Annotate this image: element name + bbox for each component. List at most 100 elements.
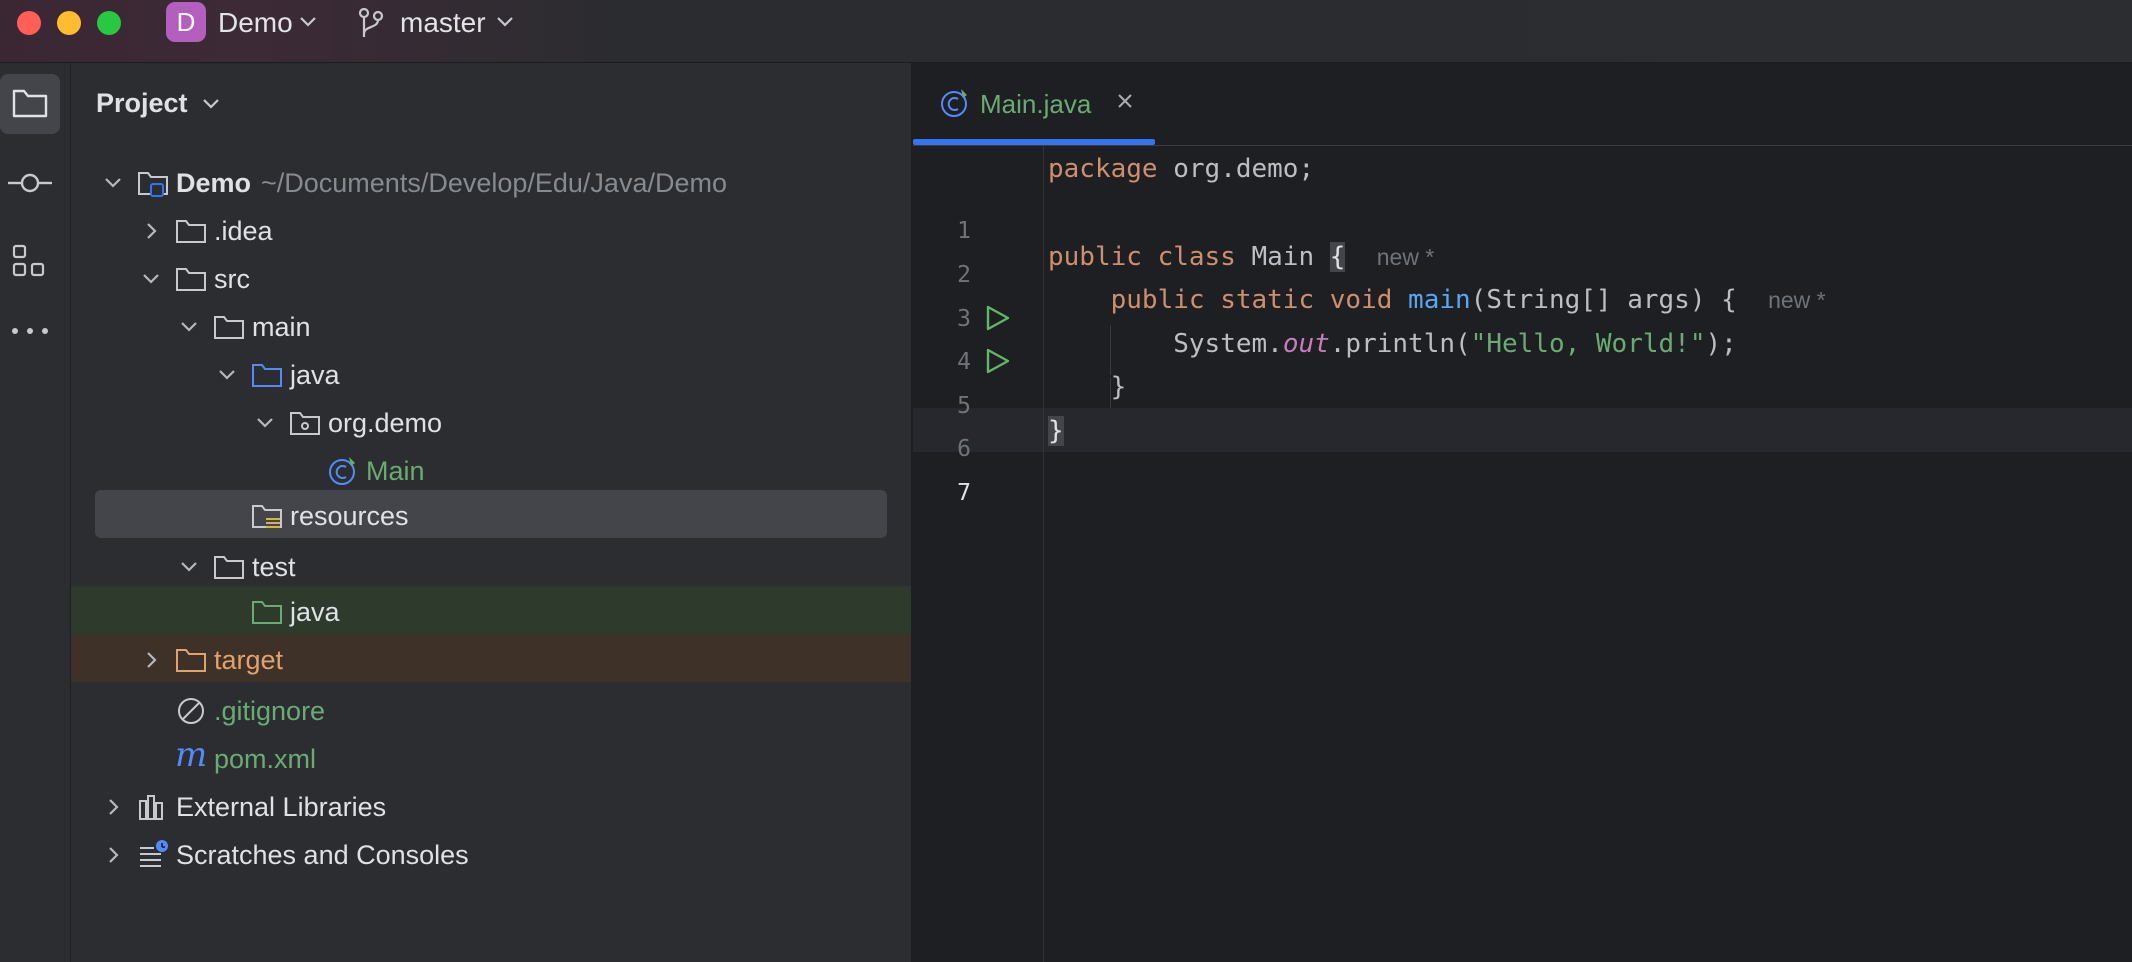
current-line-highlight <box>913 408 2132 452</box>
tree-item-label: target <box>214 645 284 675</box>
java-class-icon <box>329 457 355 485</box>
tree-item-label: Demo <box>176 168 252 198</box>
line-number: 1 <box>957 218 971 244</box>
branch-icon <box>358 7 384 37</box>
excluded-folder-icon <box>176 649 206 672</box>
branch-name: master <box>400 7 486 38</box>
structure-tool-button[interactable] <box>0 230 60 290</box>
tab-label: Main.java <box>980 89 1092 119</box>
project-view-selector[interactable]: Project <box>96 88 219 119</box>
folder-icon <box>176 268 206 291</box>
zoom-window-button[interactable] <box>97 11 121 35</box>
tree-item-label: test <box>252 552 296 582</box>
run-icon[interactable] <box>982 346 1012 376</box>
chevron-down-icon <box>203 99 219 109</box>
chevron-down-icon[interactable] <box>179 557 199 577</box>
tree-item-label: java <box>290 360 340 390</box>
code-line-4[interactable]: public static void main(String[] args) {… <box>1048 282 1826 318</box>
tool-window-stripe <box>0 63 71 962</box>
editor-tab-main-java[interactable]: Main.java <box>913 63 1155 145</box>
folder-icon <box>176 220 206 243</box>
chevron-down-icon[interactable] <box>255 413 275 433</box>
chevron-right-icon[interactable] <box>141 650 161 670</box>
more-icon <box>12 328 48 334</box>
tree-item-test[interactable]: test <box>71 543 911 591</box>
chevron-right-icon[interactable] <box>103 845 123 865</box>
tree-item-pom[interactable]: m pom.xml <box>71 735 911 783</box>
close-window-button[interactable] <box>17 11 41 35</box>
test-source-folder-icon <box>252 601 282 624</box>
tree-item-org-demo[interactable]: org.demo <box>71 399 911 447</box>
tree-item-label: Scratches and Consoles <box>176 840 469 870</box>
chevron-down-icon <box>497 17 513 27</box>
editor-gutter: 1 2 3 4 5 6 7 <box>913 146 1044 962</box>
code-line-7[interactable]: } <box>1048 413 1064 449</box>
run-icon[interactable] <box>982 303 1012 333</box>
resources-folder-icon <box>252 505 282 528</box>
chevron-down-icon[interactable] <box>217 365 237 385</box>
code-line-3[interactable]: public class Main { new * <box>1048 239 1434 275</box>
tree-item-demo[interactable]: Demo ~/Documents/Develop/Edu/Java/Demo <box>71 159 911 207</box>
project-badge: D <box>166 2 206 42</box>
more-tools-button[interactable] <box>0 300 60 360</box>
panel-title: Project <box>96 88 188 118</box>
tree-item-src[interactable]: src <box>71 255 911 303</box>
tree-item-target[interactable]: target <box>71 634 911 682</box>
project-tool-button[interactable] <box>0 74 60 134</box>
line-number: 5 <box>957 393 971 419</box>
tree-item-java-test[interactable]: java <box>71 586 911 634</box>
module-folder-icon <box>138 172 168 197</box>
tree-item-label: main <box>252 312 311 342</box>
chevron-down-icon[interactable] <box>103 173 123 193</box>
title-bar: D Demo master <box>0 0 2132 63</box>
tree-item-label: .idea <box>214 216 273 246</box>
code-line-1[interactable]: package org.demo; <box>1048 151 1314 187</box>
inlay-hint: new * <box>1768 287 1826 313</box>
chevron-down-icon[interactable] <box>179 317 199 337</box>
code-line-5[interactable]: System.out.println("Hello, World!"); <box>1048 326 1737 362</box>
inlay-hint: new * <box>1376 244 1435 270</box>
source-folder-icon <box>252 364 282 387</box>
tree-item-label: External Libraries <box>176 792 387 822</box>
line-number: 6 <box>957 436 971 462</box>
tree-item-resources[interactable]: resources <box>95 490 887 538</box>
folder-icon <box>12 89 48 118</box>
tree-item-label: org.demo <box>328 408 443 438</box>
java-class-icon <box>941 89 967 117</box>
code-line-6[interactable]: } <box>1048 369 1127 405</box>
tree-item-label: resources <box>290 501 409 531</box>
folder-icon <box>214 556 244 579</box>
close-icon[interactable] <box>1113 89 1137 113</box>
maven-icon: m <box>175 735 208 775</box>
tree-item-label: Main <box>366 456 425 486</box>
chevron-down-icon[interactable] <box>141 269 161 289</box>
tree-item-label: java <box>290 597 340 627</box>
line-number: 7 <box>957 480 971 506</box>
tree-item-main[interactable]: main <box>71 303 911 351</box>
active-tab-indicator <box>913 139 1155 145</box>
line-number: 4 <box>957 349 971 375</box>
chevron-right-icon[interactable] <box>103 797 123 817</box>
tree-item-label: src <box>214 264 250 294</box>
libraries-icon <box>139 795 163 820</box>
minimize-window-button[interactable] <box>57 11 81 35</box>
ignore-file-icon <box>178 698 204 724</box>
tree-item-main-class[interactable]: Main <box>71 447 911 495</box>
tree-item-idea[interactable]: .idea <box>71 207 911 255</box>
tree-item-label: .gitignore <box>214 696 326 726</box>
scratches-icon <box>140 840 168 867</box>
tree-item-java-source[interactable]: java <box>71 351 911 399</box>
commit-icon <box>8 173 52 193</box>
folder-icon <box>214 316 244 339</box>
tree-item-path: ~/Documents/Develop/Edu/Java/Demo <box>261 168 727 198</box>
line-number: 2 <box>957 262 971 288</box>
line-number: 3 <box>957 306 971 332</box>
package-icon <box>290 412 320 435</box>
chevron-right-icon[interactable] <box>141 221 161 241</box>
project-name: Demo <box>218 7 293 38</box>
tree-item-gitignore[interactable]: .gitignore <box>71 687 911 735</box>
tree-item-scratches[interactable]: Scratches and Consoles <box>71 831 911 879</box>
tree-item-label: pom.xml <box>214 744 317 774</box>
commit-tool-button[interactable] <box>0 153 60 213</box>
tree-item-external-libraries[interactable]: External Libraries <box>71 783 911 831</box>
